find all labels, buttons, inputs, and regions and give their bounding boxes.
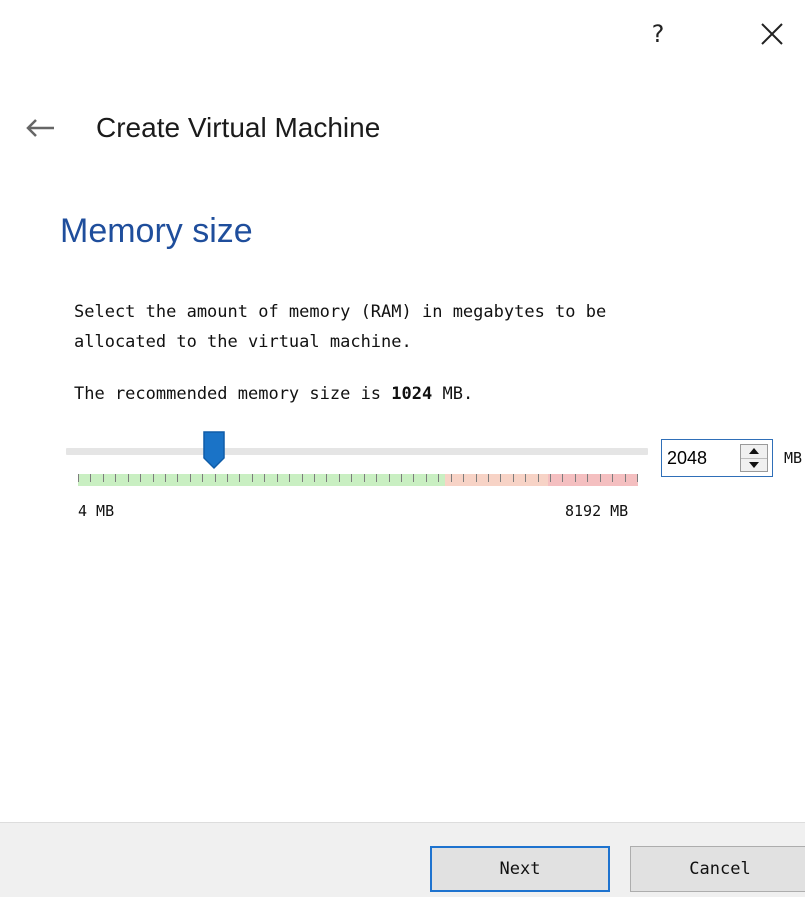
memory-spinbox-value[interactable]: 2048 <box>662 448 740 469</box>
spin-down-button[interactable] <box>741 457 767 472</box>
close-icon <box>761 23 783 45</box>
arrow-up-icon <box>749 448 759 455</box>
recommended-prefix: The recommended memory size is <box>74 384 392 404</box>
page-heading: Memory size <box>60 212 253 250</box>
description-text: Select the amount of memory (RAM) in meg… <box>74 302 607 322</box>
recommended-size-text: The recommended memory size is 1024 MB. <box>74 384 473 404</box>
close-button[interactable] <box>752 14 792 54</box>
spin-up-button[interactable] <box>741 445 767 458</box>
next-button[interactable]: Next <box>430 846 610 892</box>
back-arrow-icon <box>26 119 54 137</box>
unit-label: MB <box>784 449 803 467</box>
memory-spinbox[interactable]: 2048 <box>661 439 773 477</box>
slider-thumb-icon <box>203 431 225 470</box>
back-button[interactable] <box>24 110 64 146</box>
description-text: allocated to the virtual machine. <box>74 332 412 352</box>
memory-slider-track[interactable] <box>66 448 648 455</box>
scale-danger-zone <box>548 474 638 486</box>
recommended-value: 1024 <box>391 384 433 404</box>
slider-max-label: 8192 MB <box>565 502 629 520</box>
help-button[interactable]: ? <box>642 14 674 54</box>
recommended-suffix: MB. <box>432 384 474 404</box>
cancel-button[interactable]: Cancel <box>630 846 805 892</box>
memory-slider-thumb[interactable] <box>201 430 227 470</box>
spin-buttons <box>740 444 768 472</box>
arrow-down-icon <box>749 461 759 468</box>
wizard-title: Create Virtual Machine <box>96 112 381 143</box>
scale-warning-zone <box>445 474 548 486</box>
slider-min-label: 4 MB <box>78 502 115 520</box>
memory-scale-bar <box>78 474 638 486</box>
